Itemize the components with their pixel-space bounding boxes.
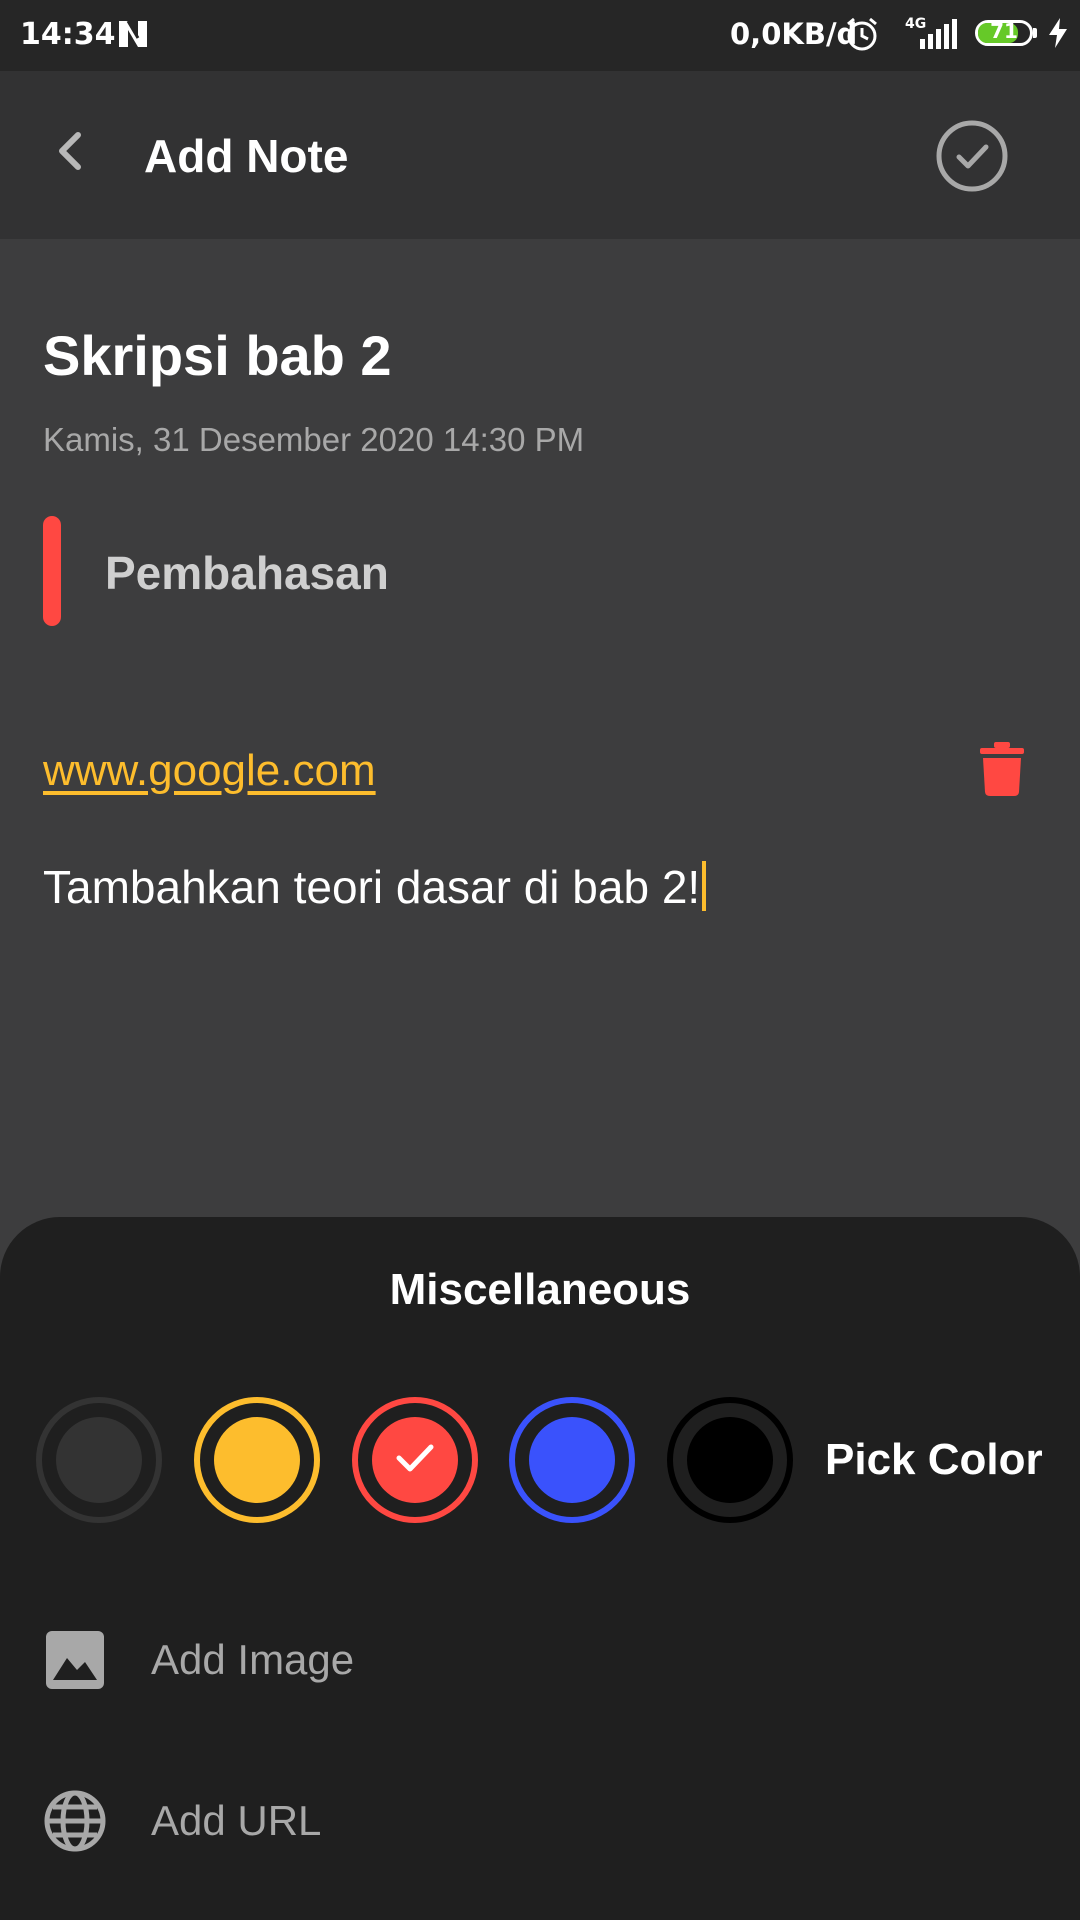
add-url-button[interactable]: Add URL [0, 1761, 1080, 1881]
trash-icon [980, 742, 1024, 796]
swatch-fill [687, 1417, 773, 1503]
app-bar: Add Note [0, 71, 1080, 239]
sheet-title[interactable]: Miscellaneous [0, 1265, 1080, 1315]
battery-level: 71 [990, 19, 1018, 43]
done-button[interactable] [935, 119, 1009, 193]
note-body-input[interactable]: Tambahkan teori dasar di bab 2! [43, 860, 707, 914]
note-title-input[interactable]: Skripsi bab 2 [43, 323, 392, 388]
status-bar: 14:34 0,0KB/d 4G 71 [0, 0, 1080, 71]
note-url-link[interactable]: www.google.com [43, 746, 376, 796]
swatch-fill [214, 1417, 300, 1503]
note-date: Kamis, 31 Desember 2020 14:30 PM [43, 421, 585, 458]
note-subtitle-input[interactable]: Pembahasan [105, 546, 389, 600]
alarm-icon [844, 16, 880, 60]
swatch-fill [56, 1417, 142, 1503]
delete-url-button[interactable] [978, 740, 1026, 798]
miscellaneous-sheet: Miscellaneous Pick Color Add Image Add U… [0, 1217, 1080, 1920]
swatch-fill [529, 1417, 615, 1503]
color-swatch-black[interactable] [667, 1397, 793, 1523]
check-circle-icon [936, 120, 1008, 192]
color-swatch-red[interactable] [352, 1397, 478, 1523]
text-cursor [702, 861, 707, 911]
add-url-label: Add URL [151, 1797, 322, 1844]
back-button[interactable] [44, 123, 100, 179]
image-icon [46, 1631, 104, 1689]
signal-icon [918, 17, 962, 59]
page-title: Add Note [144, 130, 349, 182]
chevron-left-icon [59, 132, 81, 170]
network-speed: 0,0KB/d [730, 17, 858, 51]
check-icon [396, 1444, 434, 1472]
pick-color-label: Pick Color [825, 1435, 1043, 1484]
color-swatch-yellow[interactable] [194, 1397, 320, 1523]
color-swatch-default[interactable] [36, 1397, 162, 1523]
color-swatch-blue[interactable] [509, 1397, 635, 1523]
add-image-button[interactable]: Add Image [0, 1600, 1080, 1720]
battery-icon: 71 [975, 19, 1039, 50]
globe-icon [44, 1790, 106, 1852]
add-image-label: Add Image [151, 1636, 355, 1683]
notification-n-icon [116, 18, 150, 58]
subtitle-color-indicator [43, 516, 61, 626]
note-body-text: Tambahkan teori dasar di bab 2! [43, 861, 701, 913]
charging-icon [1046, 16, 1070, 58]
status-time: 14:34 [20, 17, 116, 52]
